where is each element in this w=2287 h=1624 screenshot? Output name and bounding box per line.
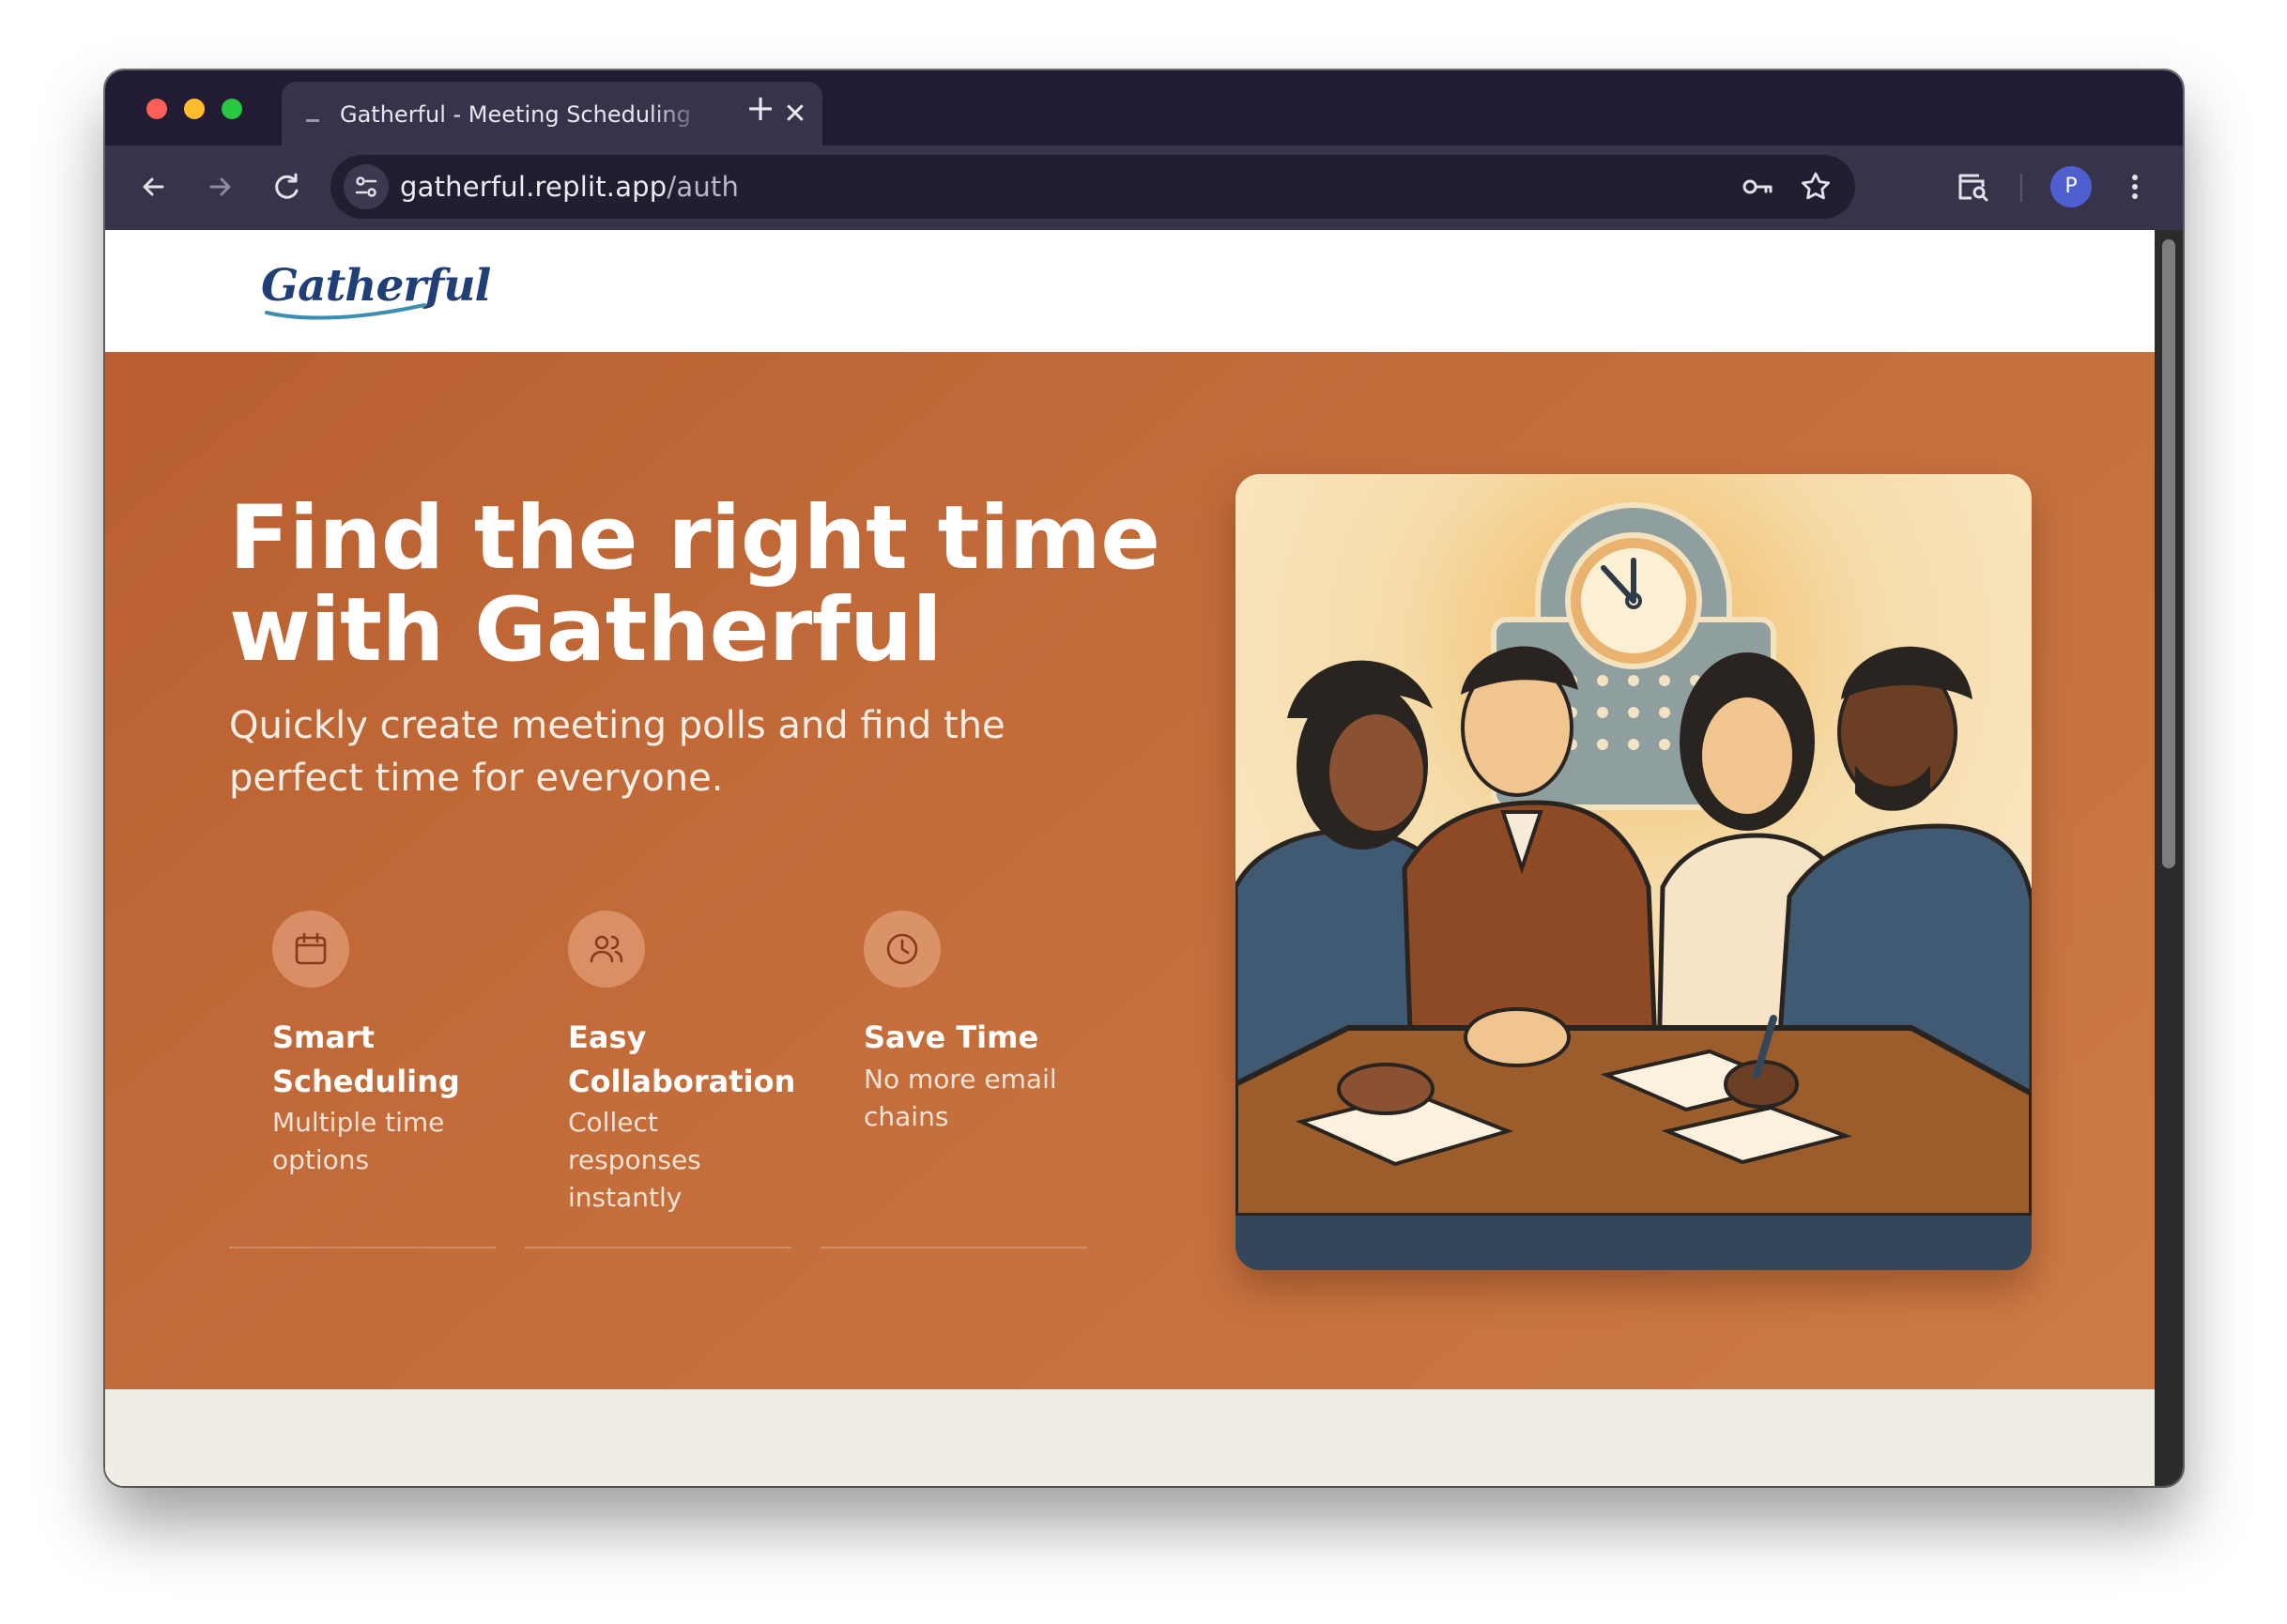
gatherful-logo[interactable]: Gatherful [261,256,491,328]
feature-description: No more email chains [864,1064,1057,1132]
page-scrollbar[interactable] [2155,230,2183,1486]
minimize-window-button[interactable] [184,99,205,119]
feature-title: Easy Collaboration [568,1019,796,1099]
more-vert-icon [2132,175,2138,199]
key-icon [1742,179,1773,194]
back-button[interactable] [133,166,175,207]
forward-button[interactable] [199,166,240,207]
screenshot-stage: Gatherful - Meeting Scheduling ✕ + gathe… [0,0,2287,1624]
maximize-window-button[interactable] [222,99,242,119]
hero-section: Find the right time with Gatherful Quick… [105,352,2155,1389]
feature-title: Save Time [864,1019,1039,1055]
address-bar[interactable]: gatherful.replit.app/auth [330,155,1855,219]
bookmark-star-button[interactable] [1795,166,1836,207]
browser-menu-button[interactable] [2114,166,2156,207]
arrow-right-icon [209,177,231,196]
new-tab-button[interactable]: + [740,87,781,129]
feature-icon-badge [568,911,645,988]
users-icon [590,935,623,963]
arrow-left-icon [143,177,164,196]
tab-bar: Gatherful - Meeting Scheduling ✕ + [105,70,2183,146]
profile-avatar[interactable]: P [2050,166,2092,207]
url-host: gatherful.replit.app [400,171,668,203]
tune-icon [355,176,377,197]
browser-toolbar: gatherful.replit.app/auth P [105,146,2183,230]
content-section-below [105,1389,2155,1486]
feature-icon-badge [272,911,349,988]
reload-icon [275,173,299,199]
team-meeting-illustration-image [1236,474,2032,1270]
site-info-button[interactable] [344,164,389,209]
scrollbar-thumb[interactable] [2162,239,2175,868]
feature-icon-badge [864,911,941,988]
feature-description: Multiple time options [272,1107,445,1175]
meeting-illustration [1236,474,2032,1270]
hero-subtitle: Quickly create meeting polls and find th… [229,704,1005,800]
favicon-icon [306,119,319,122]
tab-search-icon [1958,174,1988,202]
feature-save-time: Save Time No more email chains [821,911,1087,1249]
feature-easy-collaboration: Easy Collaboration Collect responses ins… [525,911,796,1249]
page-viewport: Gatherful Find the right time with Gathe… [105,230,2155,1486]
logo-swoosh-icon [265,303,426,320]
reload-button[interactable] [267,166,308,207]
feature-smart-scheduling: Smart Scheduling Multiple time options [229,911,496,1249]
feature-title: Smart Scheduling [272,1019,460,1099]
browser-window: Gatherful - Meeting Scheduling ✕ + gathe… [105,70,2183,1486]
close-window-button[interactable] [146,99,167,119]
clock-icon [886,933,918,965]
url-text[interactable]: gatherful.replit.app/auth [400,171,739,203]
feature-description: Collect responses instantly [568,1107,701,1213]
close-tab-icon[interactable]: ✕ [781,100,809,129]
url-path: /auth [667,171,740,203]
tab-title: Gatherful - Meeting Scheduling [340,101,691,128]
password-key-button[interactable] [1737,166,1778,207]
site-header: Gatherful [105,230,2155,352]
hero-title: Find the right time with Gatherful [229,487,1160,682]
tab-search-button[interactable] [1951,166,1992,207]
toolbar-divider [2020,174,2022,202]
calendar-icon [295,932,327,965]
star-icon [1802,172,1830,200]
